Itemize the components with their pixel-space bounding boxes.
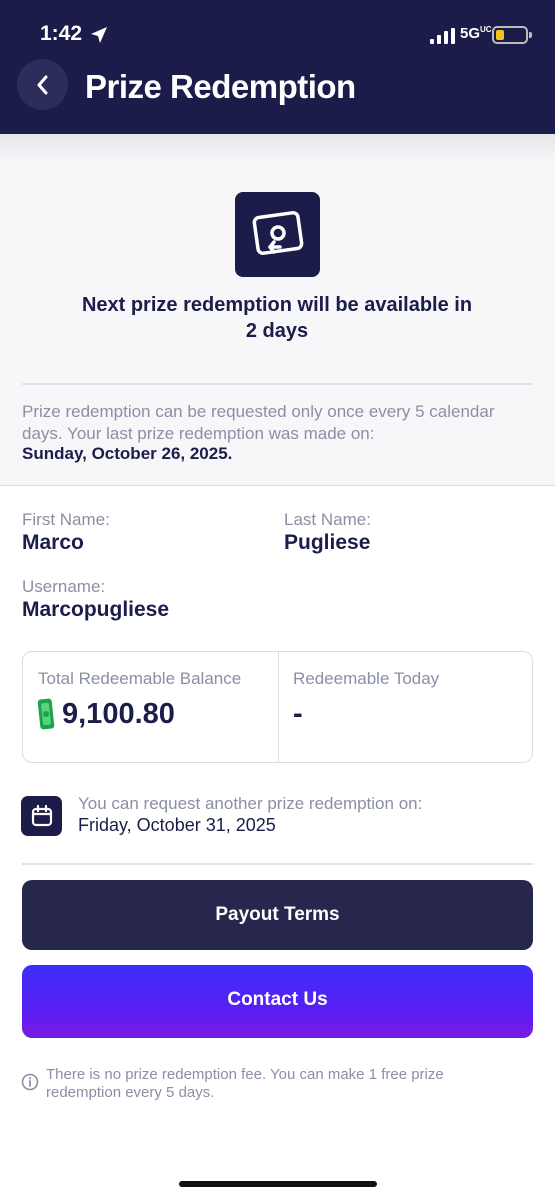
chevron-left-icon: [37, 75, 47, 94]
total-balance-value: 9,100.80: [62, 698, 175, 730]
network-type: 5GUC: [460, 25, 492, 42]
location-arrow-icon: [91, 27, 107, 43]
next-request-text: You can request another prize redemption…: [78, 794, 423, 813]
redeemable-today-value: -: [293, 698, 303, 730]
username-value: Marcopugliese: [22, 598, 170, 621]
status-time: 1:42: [40, 22, 83, 45]
balance-card: Total Redeemable Balance 9,100.80 Redeem…: [22, 651, 533, 763]
app-header: 1:42 5GUC Prize Redemption: [0, 0, 555, 134]
last-redemption-date: Sunday, October 26, 2025.: [22, 444, 233, 463]
first-name-value: Marco: [22, 531, 84, 554]
redeemable-today-label: Redeemable Today: [293, 669, 440, 688]
cash-icon: [37, 698, 55, 730]
last-name-label: Last Name:: [284, 510, 371, 529]
contact-us-button[interactable]: Contact Us: [22, 965, 533, 1038]
payout-terms-button[interactable]: Payout Terms: [22, 880, 533, 950]
redemption-policy-text: Prize redemption can be requested only o…: [22, 402, 495, 443]
page-title: Prize Redemption: [85, 68, 356, 105]
divider: [0, 485, 555, 486]
next-redemption-message: Next prize redemption will be available …: [81, 294, 473, 342]
signal-icon: [430, 28, 455, 44]
last-name-value: Pugliese: [284, 531, 371, 554]
back-button[interactable]: [17, 59, 68, 110]
next-request-date: Friday, October 31, 2025: [78, 815, 276, 835]
calendar-icon: [21, 796, 62, 836]
total-balance-label: Total Redeemable Balance: [38, 669, 242, 688]
first-name-label: First Name:: [22, 510, 110, 529]
home-indicator[interactable]: [179, 1181, 377, 1187]
info-icon: [21, 1073, 39, 1091]
cash-redeem-icon: [235, 192, 320, 277]
battery-icon: [492, 26, 532, 44]
divider: [22, 383, 533, 385]
username-label: Username:: [22, 577, 106, 596]
divider: [22, 863, 533, 865]
header-shadow: [0, 134, 555, 162]
fee-notice-text: There is no prize redemption fee. You ca…: [46, 1066, 444, 1101]
